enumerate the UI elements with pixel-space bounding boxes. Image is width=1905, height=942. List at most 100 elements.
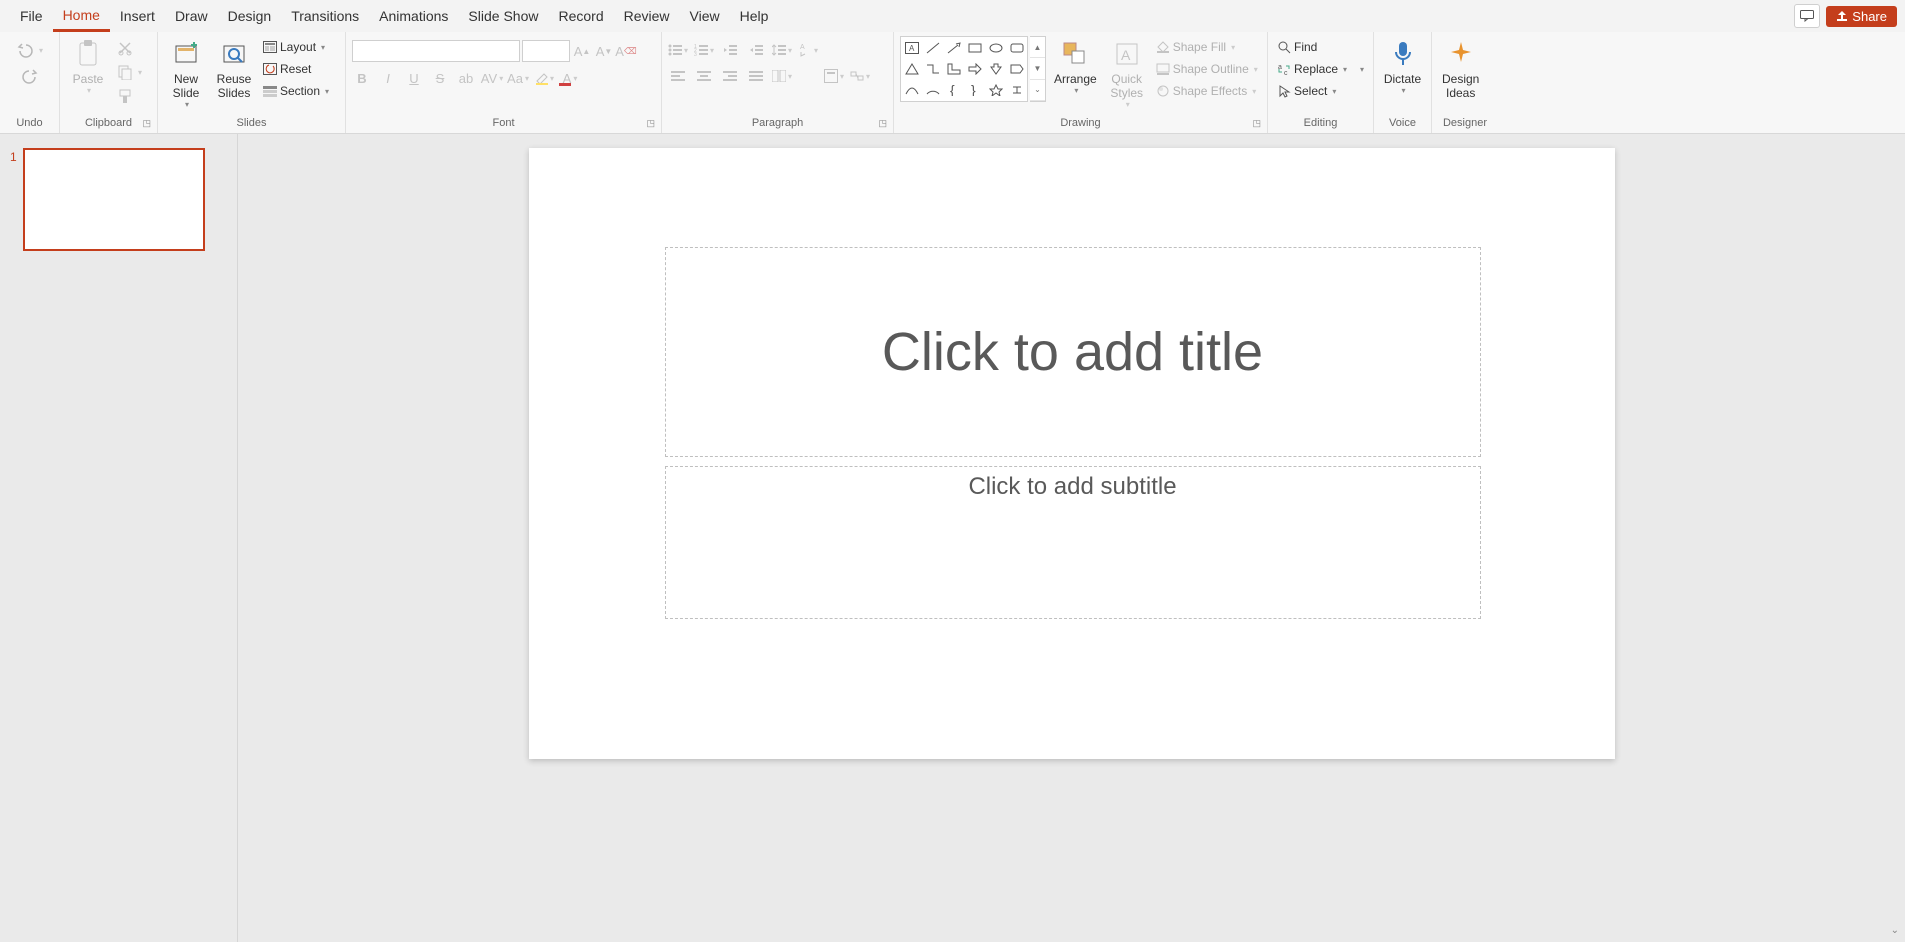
font-color-button[interactable]: A (560, 68, 580, 88)
columns-button[interactable] (772, 66, 792, 86)
shape-star[interactable] (985, 80, 1006, 101)
shape-triangle[interactable] (901, 58, 922, 79)
shape-arrow-updown[interactable] (985, 58, 1006, 79)
format-painter-button[interactable] (114, 86, 145, 106)
reset-button[interactable]: Reset (260, 60, 332, 78)
font-name-input[interactable] (352, 40, 520, 62)
numbering-button[interactable]: 123 (694, 40, 714, 60)
shadow-button[interactable]: ab (456, 68, 476, 88)
design-ideas-button[interactable]: Design Ideas (1438, 36, 1483, 102)
layout-button[interactable]: Layout (260, 38, 332, 56)
shape-brace-r[interactable]: } (964, 80, 985, 101)
align-text-button[interactable] (824, 66, 844, 86)
italic-button[interactable]: I (378, 68, 398, 88)
highlight-button[interactable] (534, 68, 554, 88)
align-center-button[interactable] (694, 66, 714, 86)
slide-canvas-area[interactable]: Click to add title Click to add subtitle (238, 134, 1905, 942)
redo-button[interactable] (18, 66, 42, 86)
decrease-indent-button[interactable] (720, 40, 740, 60)
shapes-gallery[interactable]: A { } (900, 36, 1028, 102)
new-slide-icon (170, 38, 202, 70)
shape-textbox[interactable]: A (901, 37, 922, 58)
shape-elbow[interactable] (922, 58, 943, 79)
tab-help[interactable]: Help (730, 2, 779, 30)
slide[interactable]: Click to add title Click to add subtitle (529, 148, 1615, 759)
bold-button[interactable]: B (352, 68, 372, 88)
tab-animations[interactable]: Animations (369, 2, 458, 30)
share-button[interactable]: Share (1826, 6, 1897, 27)
shape-rounded[interactable] (1006, 37, 1027, 58)
shape-arc[interactable] (922, 80, 943, 101)
shape-curve[interactable] (901, 80, 922, 101)
shape-effects-button[interactable]: Shape Effects (1153, 82, 1261, 100)
justify-button[interactable] (746, 66, 766, 86)
copy-button[interactable] (114, 62, 145, 82)
svg-text:3: 3 (694, 52, 697, 56)
tab-home[interactable]: Home (53, 1, 110, 32)
shape-connector[interactable] (1006, 80, 1027, 101)
strikethrough-button[interactable]: S (430, 68, 450, 88)
group-label-undo: Undo (6, 117, 53, 131)
shape-brace-l[interactable]: { (943, 80, 964, 101)
quick-styles-button[interactable]: A Quick Styles (1105, 36, 1149, 111)
drawing-launcher[interactable]: ◳ (1252, 118, 1261, 129)
tab-review[interactable]: Review (614, 2, 680, 30)
tab-design[interactable]: Design (218, 2, 282, 30)
smartart-button[interactable] (850, 66, 870, 86)
subtitle-placeholder[interactable]: Click to add subtitle (665, 466, 1481, 619)
group-label-designer: Designer (1438, 117, 1492, 131)
paragraph-launcher[interactable]: ◳ (878, 118, 887, 129)
bullets-button[interactable] (668, 40, 688, 60)
select-button[interactable]: Select (1274, 82, 1339, 100)
paste-button[interactable]: Paste (66, 36, 110, 97)
group-font: A▲ A▼ A⌫ B I U S ab AV Aa A Font◳ (346, 32, 662, 133)
decrease-font-button[interactable]: A▼ (594, 41, 614, 61)
underline-button[interactable]: U (404, 68, 424, 88)
tab-view[interactable]: View (680, 2, 730, 30)
shape-arrow-right[interactable] (964, 58, 985, 79)
change-case-button[interactable]: Aa (508, 68, 528, 88)
new-slide-button[interactable]: New Slide (164, 36, 208, 111)
tab-transitions[interactable]: Transitions (281, 2, 369, 30)
shape-oval[interactable] (985, 37, 1006, 58)
font-launcher[interactable]: ◳ (646, 118, 655, 129)
shape-l[interactable] (943, 58, 964, 79)
align-left-button[interactable] (668, 66, 688, 86)
tab-draw[interactable]: Draw (165, 2, 218, 30)
replace-button[interactable]: acReplace▾ (1274, 60, 1350, 78)
shape-line-arrow[interactable] (943, 37, 964, 58)
thumbnail-row[interactable]: 1 (10, 148, 227, 251)
clipboard-launcher[interactable]: ◳ (142, 118, 151, 129)
comments-button[interactable] (1794, 4, 1820, 28)
arrange-button[interactable]: Arrange (1050, 36, 1101, 97)
shapes-gallery-scroll[interactable]: ▲▼⌄ (1030, 36, 1046, 102)
collapse-ribbon-button[interactable]: ⌄ (1891, 925, 1899, 936)
find-button[interactable]: Find (1274, 38, 1320, 56)
char-spacing-button[interactable]: AV (482, 68, 502, 88)
increase-font-button[interactable]: A▲ (572, 41, 592, 61)
text-direction-button[interactable]: A (798, 40, 818, 60)
shape-pentagon[interactable] (1006, 58, 1027, 79)
shape-outline-button[interactable]: Shape Outline (1153, 60, 1261, 78)
slide-thumbnail-1[interactable] (23, 148, 205, 251)
section-button[interactable]: Section (260, 82, 332, 100)
reuse-slides-button[interactable]: Reuse Slides (212, 36, 256, 102)
slide-thumbnail-panel[interactable]: 1 (0, 134, 238, 942)
increase-indent-button[interactable] (746, 40, 766, 60)
shape-rect[interactable] (964, 37, 985, 58)
tab-insert[interactable]: Insert (110, 2, 165, 30)
tab-record[interactable]: Record (548, 2, 613, 30)
title-placeholder[interactable]: Click to add title (665, 247, 1481, 457)
line-spacing-button[interactable] (772, 40, 792, 60)
dictate-button[interactable]: Dictate (1380, 36, 1425, 97)
comment-icon (1800, 10, 1814, 22)
align-right-button[interactable] (720, 66, 740, 86)
clear-formatting-button[interactable]: A⌫ (616, 41, 636, 61)
tab-file[interactable]: File (10, 2, 53, 30)
font-size-input[interactable] (522, 40, 570, 62)
shape-line[interactable] (922, 37, 943, 58)
cut-button[interactable] (114, 38, 145, 58)
undo-button[interactable] (13, 40, 46, 60)
tab-slideshow[interactable]: Slide Show (458, 2, 548, 30)
shape-fill-button[interactable]: Shape Fill (1153, 38, 1261, 56)
